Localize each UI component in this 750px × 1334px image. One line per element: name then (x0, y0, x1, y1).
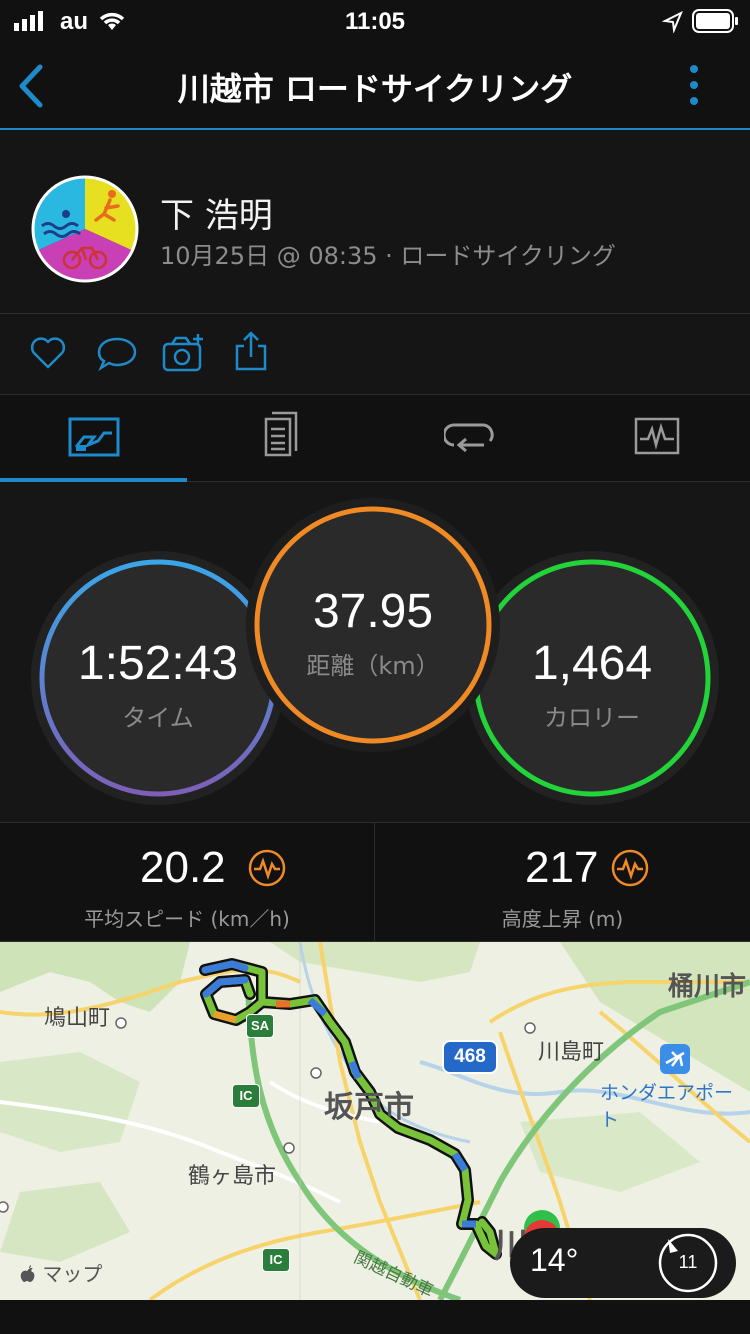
charts-tab[interactable] (634, 417, 680, 457)
temperature: 14° (530, 1242, 579, 1278)
avg-speed-label: 平均スピード (km／h) (84, 907, 290, 931)
elevation-value: 217 (525, 843, 599, 892)
share-icon[interactable] (234, 330, 268, 372)
route-map[interactable]: 鳩山町 桶川市 川島町 ホンダエアポート 坂戸市 鶴ヶ島市 関越自動車 468 … (0, 942, 750, 1300)
user-name[interactable]: 下 浩明 (160, 188, 273, 237)
airport-icon (660, 1044, 690, 1074)
status-bar: au 11:05 (0, 0, 750, 42)
page-title: 川越市 ロードサイクリング (177, 70, 573, 108)
chevron-left-icon[interactable] (16, 64, 46, 108)
summary-stats: 1:52:43 タイム 1,464 カロリー 37.95 距離（km） (0, 482, 750, 823)
map-label-honda-airport: ホンダエアポート (600, 1082, 734, 1131)
map-label-hatoyama: 鳩山町 (44, 1006, 111, 1031)
map-label-kawajima: 川島町 (538, 1040, 605, 1065)
apple-logo-icon (20, 1265, 35, 1282)
avg-speed-value: 20.2 (140, 843, 226, 892)
map-attribution: マップ (20, 1258, 102, 1287)
location-arrow-icon (662, 11, 683, 33)
avg-speed-cell[interactable]: 20.2 平均スピード (km／h) (0, 823, 375, 941)
distance-value: 37.95 (312, 585, 434, 638)
vertical-ellipsis-icon[interactable] (686, 64, 702, 108)
heart-icon[interactable] (30, 336, 66, 370)
comment-icon[interactable] (96, 336, 138, 372)
nav-bar: 川越市 ロードサイクリング (0, 42, 750, 130)
overview-tab[interactable] (68, 417, 120, 457)
map-label-okegawa: 桶川市 (668, 972, 747, 1002)
map-label-sakado: 坂戸市 (324, 1090, 414, 1125)
calories-stat: 1,464 カロリー (464, 550, 720, 806)
clock: 11:05 (344, 8, 406, 35)
pulse-icon (248, 849, 286, 887)
pulse-icon (611, 849, 649, 887)
bottom-strip (0, 1300, 750, 1334)
elevation-label: 高度上昇 (m) (501, 907, 624, 931)
tab-bar (0, 395, 750, 482)
map-label-tsurugashima: 鶴ヶ島市 (188, 1164, 277, 1189)
map-attribution-label: マップ (42, 1262, 103, 1286)
calories-value: 1,464 (531, 637, 653, 690)
secondary-stats: 20.2 平均スピード (km／h) 217 高度上昇 (m) (0, 823, 750, 942)
wind-speed: 11 (678, 1252, 698, 1272)
route-468-shield: 468 (442, 1040, 498, 1074)
avatar[interactable] (30, 174, 140, 284)
details-tab[interactable] (262, 411, 300, 457)
ic-badge: IC (262, 1248, 290, 1272)
battery-icon (692, 9, 738, 33)
activity-header: 下 浩明 10月25日 @ 08:35 · ロードサイクリング (0, 130, 750, 314)
action-bar (0, 314, 750, 395)
laps-tab[interactable] (444, 419, 494, 455)
weather-pill[interactable]: 14° 11 (510, 1228, 736, 1298)
distance-label: 距離（km） (306, 652, 440, 680)
camera-add-icon[interactable] (162, 332, 206, 372)
activity-meta: 10月25日 @ 08:35 · ロードサイクリング (160, 242, 616, 270)
ic-badge: IC (232, 1084, 260, 1108)
distance-stat: 37.95 距離（km） (246, 498, 500, 752)
calories-label: カロリー (544, 704, 640, 732)
elevation-cell[interactable]: 217 高度上昇 (m) (375, 823, 750, 941)
sa-badge: SA (246, 1014, 274, 1038)
